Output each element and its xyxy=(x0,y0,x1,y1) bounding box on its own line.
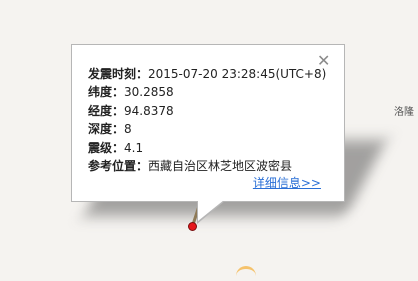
row-value: 4.1 xyxy=(124,140,144,155)
map-place-label: 洛隆 xyxy=(394,107,414,118)
row-latitude: 纬度：30.2858 xyxy=(88,83,326,101)
row-location: 参考位置：西藏自治区林芝地区波密县 xyxy=(88,157,326,175)
row-value: 94.8378 xyxy=(124,103,174,118)
row-label: 震级： xyxy=(88,140,125,155)
row-label: 发震时刻： xyxy=(88,67,149,81)
row-label: 经度： xyxy=(88,103,125,118)
row-value: 2015-07-20 23:28:45(UTC+8) xyxy=(148,67,327,81)
row-value: 西藏自治区林芝地区波密县 xyxy=(148,159,293,174)
row-time: 发震时刻：2015-07-20 23:28:45(UTC+8) xyxy=(88,65,326,83)
row-longitude: 经度：94.8378 xyxy=(88,102,326,120)
details-link[interactable]: 详细信息>> xyxy=(253,174,321,191)
earthquake-marker[interactable] xyxy=(188,222,197,231)
row-value: 8 xyxy=(124,122,132,137)
info-popup: ✕ 发震时刻：2015-07-20 23:28:45(UTC+8) 纬度：30.… xyxy=(71,44,345,202)
info-rows: 发震时刻：2015-07-20 23:28:45(UTC+8) 纬度：30.28… xyxy=(88,65,326,175)
row-label: 深度： xyxy=(88,122,125,137)
row-label: 纬度： xyxy=(88,85,125,100)
row-value: 30.2858 xyxy=(124,85,174,100)
row-magnitude: 震级：4.1 xyxy=(88,139,326,157)
row-label: 参考位置： xyxy=(88,159,149,174)
row-depth: 深度：8 xyxy=(88,120,326,138)
map-road xyxy=(236,266,256,281)
popup-tail xyxy=(198,200,224,221)
